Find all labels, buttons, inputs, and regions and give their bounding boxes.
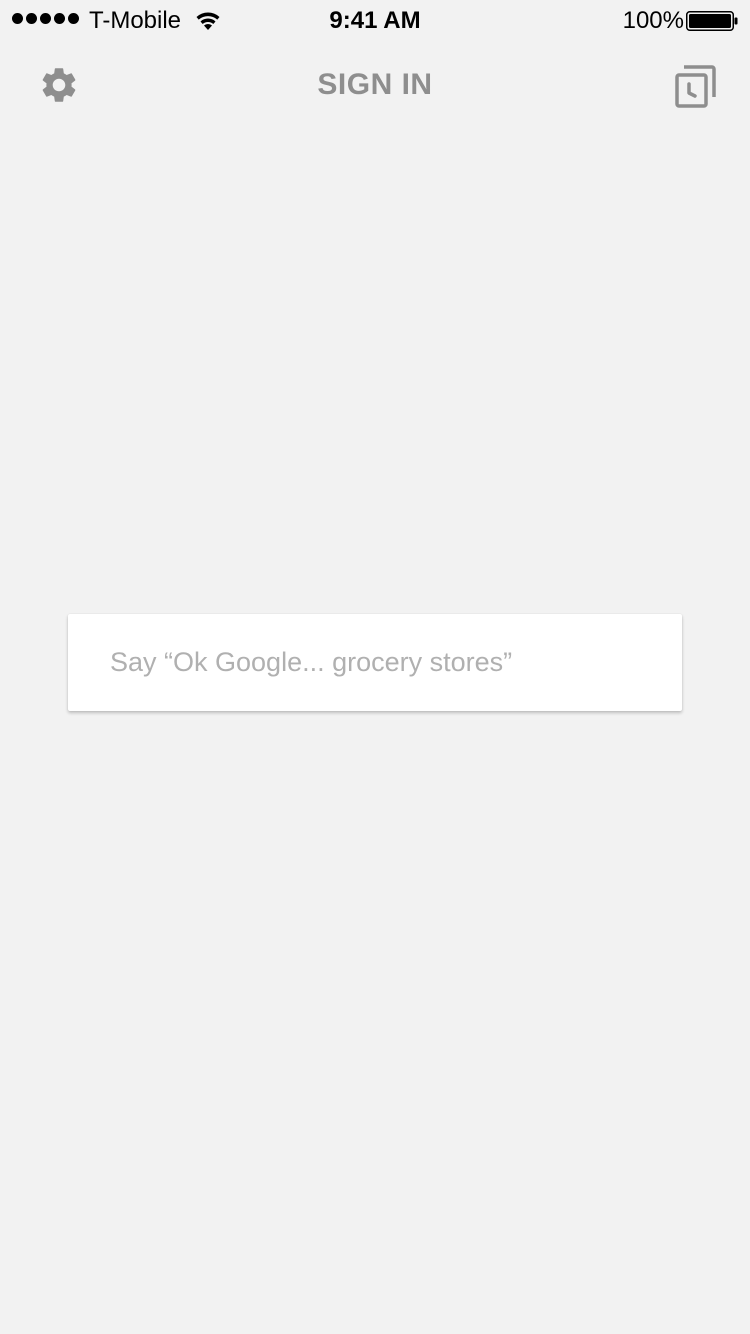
sign-in-link-wrapper: SIGN IN bbox=[0, 66, 750, 104]
status-bar: T-Mobile 9:41 AM 100% bbox=[0, 0, 750, 40]
battery-icon bbox=[686, 11, 738, 31]
history-button[interactable] bbox=[670, 62, 720, 112]
history-icon bbox=[675, 65, 716, 108]
gear-icon bbox=[42, 68, 76, 102]
search-card bbox=[68, 614, 682, 711]
battery-percent: 100% bbox=[622, 7, 684, 34]
search-input[interactable] bbox=[68, 614, 682, 711]
sign-in-link[interactable]: SIGN IN bbox=[317, 68, 432, 101]
settings-button[interactable] bbox=[36, 62, 82, 108]
